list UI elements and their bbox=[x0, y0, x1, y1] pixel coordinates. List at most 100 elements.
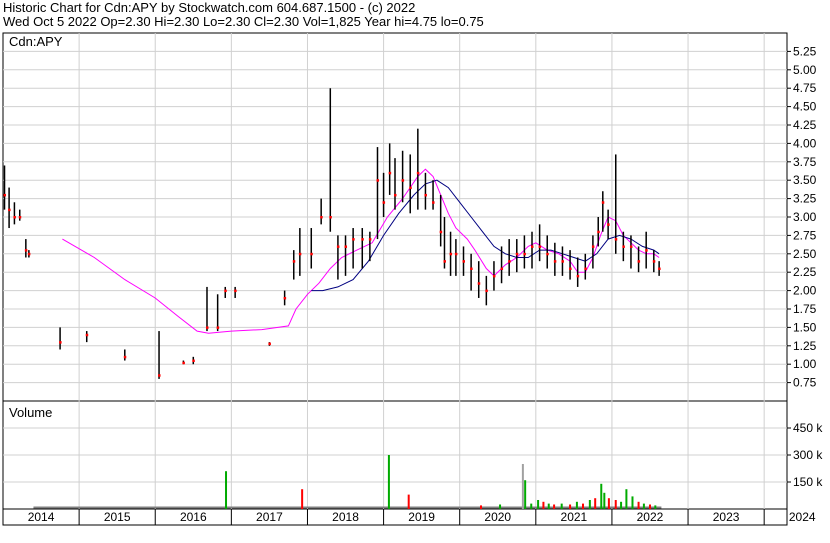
close-marker bbox=[500, 267, 504, 271]
close-marker bbox=[569, 267, 572, 271]
close-marker bbox=[3, 193, 7, 197]
close-marker bbox=[283, 296, 287, 300]
close-marker bbox=[553, 260, 557, 263]
close-marker bbox=[344, 245, 348, 248]
close-marker bbox=[416, 171, 420, 175]
close-marker bbox=[298, 252, 302, 256]
close-marker bbox=[216, 326, 220, 329]
close-marker bbox=[454, 252, 458, 256]
price-tick-label: 4.00 bbox=[793, 136, 817, 150]
close-marker bbox=[192, 359, 195, 363]
close-marker bbox=[531, 245, 534, 248]
price-tick-label: 3.00 bbox=[793, 210, 817, 224]
close-marker bbox=[18, 216, 22, 219]
x-tick-label: 2024 bbox=[789, 510, 816, 524]
close-marker bbox=[401, 179, 405, 182]
close-marker bbox=[424, 193, 427, 197]
close-marker bbox=[382, 201, 386, 204]
close-marker bbox=[24, 249, 28, 252]
close-marker bbox=[158, 374, 161, 377]
close-marker bbox=[622, 245, 625, 248]
stock-chart: 5.25 5.00 4.75 4.50 4.25 4.00 3.75 3.50 3.25 3.00… bbox=[2, 32, 823, 526]
price-tick-label: 1.75 bbox=[793, 302, 817, 316]
close-marker bbox=[85, 333, 89, 337]
price-tick-label: 1.50 bbox=[793, 320, 817, 334]
close-marker bbox=[234, 289, 237, 293]
price-tick-label: 2.00 bbox=[793, 284, 817, 298]
close-marker bbox=[376, 179, 379, 182]
x-tick-label: 2019 bbox=[408, 510, 435, 524]
close-marker bbox=[13, 216, 16, 219]
close-marker bbox=[515, 252, 519, 256]
close-marker bbox=[637, 260, 641, 263]
close-marker bbox=[546, 252, 549, 256]
price-tick-label: 5.00 bbox=[793, 63, 817, 77]
close-marker bbox=[268, 342, 271, 346]
price-tick-label: 2.50 bbox=[793, 247, 817, 261]
price-tick-label: 3.75 bbox=[793, 155, 817, 169]
close-marker bbox=[470, 267, 473, 271]
price-tick-label: 5.25 bbox=[793, 44, 817, 58]
x-tick-label: 2018 bbox=[332, 510, 359, 524]
close-marker bbox=[59, 341, 62, 344]
close-marker bbox=[601, 201, 605, 204]
close-marker bbox=[310, 252, 313, 256]
x-tick-label: 2014 bbox=[28, 510, 55, 524]
close-marker bbox=[607, 223, 610, 226]
price-tick-label: 4.50 bbox=[793, 100, 817, 114]
price-tick-label: 2.25 bbox=[793, 265, 817, 279]
x-tick-label: 2022 bbox=[637, 510, 664, 524]
volume-tick-label: 300 k bbox=[793, 448, 823, 462]
close-marker bbox=[432, 201, 435, 204]
close-marker bbox=[224, 289, 227, 293]
price-tick-label: 4.75 bbox=[793, 81, 817, 95]
close-marker bbox=[27, 252, 31, 256]
close-marker bbox=[361, 238, 364, 241]
price-panel-title: Cdn:APY bbox=[9, 34, 63, 49]
close-marker bbox=[329, 216, 332, 219]
close-marker bbox=[336, 245, 340, 248]
volume-tick-label: 450 k bbox=[793, 421, 823, 435]
close-marker bbox=[394, 193, 397, 197]
close-marker bbox=[462, 260, 466, 263]
close-marker bbox=[629, 245, 633, 248]
price-tick-label: 2.75 bbox=[793, 228, 817, 242]
price-tick-label: 0.75 bbox=[793, 376, 817, 390]
volume-panel-title: Volume bbox=[9, 405, 52, 420]
chart-window: Historic Chart for Cdn:APY by Stockwatch… bbox=[0, 0, 830, 543]
close-marker bbox=[508, 260, 511, 263]
price-tick-label: 3.25 bbox=[793, 192, 817, 206]
close-marker bbox=[292, 260, 296, 263]
x-tick-label: 2021 bbox=[561, 510, 588, 524]
close-marker bbox=[591, 245, 595, 248]
close-marker bbox=[597, 230, 600, 234]
close-marker bbox=[538, 245, 542, 248]
x-tick-label: 2023 bbox=[713, 510, 740, 524]
close-marker bbox=[561, 260, 564, 263]
close-marker bbox=[449, 252, 453, 256]
close-marker bbox=[388, 171, 392, 175]
price-tick-label: 1.25 bbox=[793, 339, 817, 353]
close-marker bbox=[352, 238, 355, 241]
close-marker bbox=[123, 355, 127, 359]
price-tick-label: 4.25 bbox=[793, 118, 817, 132]
close-marker bbox=[368, 238, 372, 241]
close-marker bbox=[614, 238, 618, 241]
close-marker bbox=[645, 249, 648, 252]
close-marker bbox=[320, 216, 323, 219]
close-marker bbox=[477, 282, 481, 285]
volume-tick-label: 150 k bbox=[793, 475, 823, 489]
x-tick-label: 2017 bbox=[256, 510, 283, 524]
x-tick-label: 2015 bbox=[104, 510, 131, 524]
close-marker bbox=[182, 361, 185, 365]
price-tick-label: 1.00 bbox=[793, 357, 817, 371]
price-tick-label: 3.50 bbox=[793, 173, 817, 187]
x-tick-label: 2016 bbox=[180, 510, 207, 524]
close-marker bbox=[492, 274, 496, 278]
x-tick-label: 2020 bbox=[484, 510, 511, 524]
close-marker bbox=[523, 252, 526, 256]
close-marker bbox=[576, 274, 580, 278]
close-marker bbox=[652, 260, 656, 263]
close-marker bbox=[658, 267, 661, 271]
close-marker bbox=[205, 326, 209, 329]
